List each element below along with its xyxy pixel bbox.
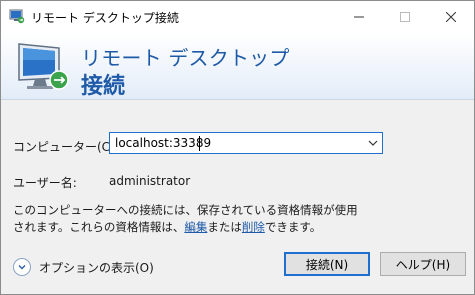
banner-subtitle: 接続 <box>81 74 126 99</box>
banner-title: リモート デスクトップ <box>81 46 290 70</box>
computer-input-value[interactable]: localhost:33389 <box>115 136 211 150</box>
username-label: ユーザー名: <box>13 176 77 190</box>
expand-chevron-icon <box>13 258 31 276</box>
credentials-info-text: このコンピューターへの接続には、保存されている資格情報が使用されます。これらの資… <box>13 202 363 236</box>
close-button[interactable] <box>428 1 474 32</box>
rdp-window: リモート デスクトップ接続 リモート デスクトップ 接続 コンピューター(C):… <box>0 0 475 295</box>
info-suffix: できます。 <box>264 220 322 234</box>
info-middle: または <box>207 220 242 234</box>
minimize-icon <box>354 16 364 17</box>
delete-credentials-link[interactable]: 削除 <box>242 220 265 234</box>
chevron-down-icon[interactable] <box>368 138 378 148</box>
remote-desktop-icon <box>9 9 25 24</box>
minimize-button[interactable] <box>336 1 382 32</box>
show-options-toggle[interactable]: オプションの表示(O) <box>13 258 154 276</box>
username-value: administrator <box>109 174 191 188</box>
window-title: リモート デスクトップ接続 <box>31 11 179 25</box>
close-icon <box>446 11 456 22</box>
maximize-button <box>382 1 428 32</box>
edit-credentials-link[interactable]: 編集 <box>184 220 207 234</box>
header-banner: リモート デスクトップ 接続 <box>1 32 474 100</box>
help-button[interactable]: ヘルプ(H) <box>380 252 466 276</box>
title-bar: リモート デスクトップ接続 <box>1 1 474 32</box>
connect-button[interactable]: 接続(N) <box>284 252 370 276</box>
computer-label: コンピューター(C): <box>13 140 119 154</box>
maximize-icon <box>400 11 410 22</box>
remote-desktop-monitor-icon <box>18 43 69 90</box>
computer-combobox[interactable]: localhost:33389 <box>109 132 383 154</box>
show-options-label: オプションの表示(O) <box>39 260 154 275</box>
text-caret <box>199 136 200 151</box>
